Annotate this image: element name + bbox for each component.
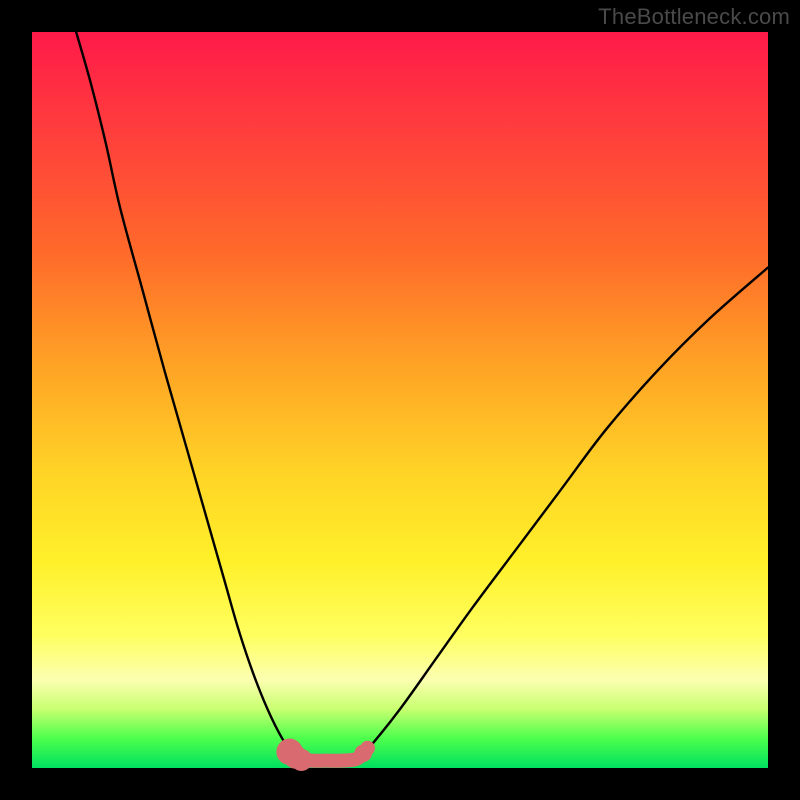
right-curve — [356, 268, 768, 761]
curve-layer — [76, 32, 768, 771]
chart-frame: TheBottleneck.com — [0, 0, 800, 800]
floor-marker — [290, 749, 312, 771]
chart-svg — [32, 32, 768, 768]
plot-area — [32, 32, 768, 768]
left-curve — [76, 32, 300, 761]
watermark-text: TheBottleneck.com — [598, 4, 790, 30]
floor-marker — [360, 741, 375, 756]
